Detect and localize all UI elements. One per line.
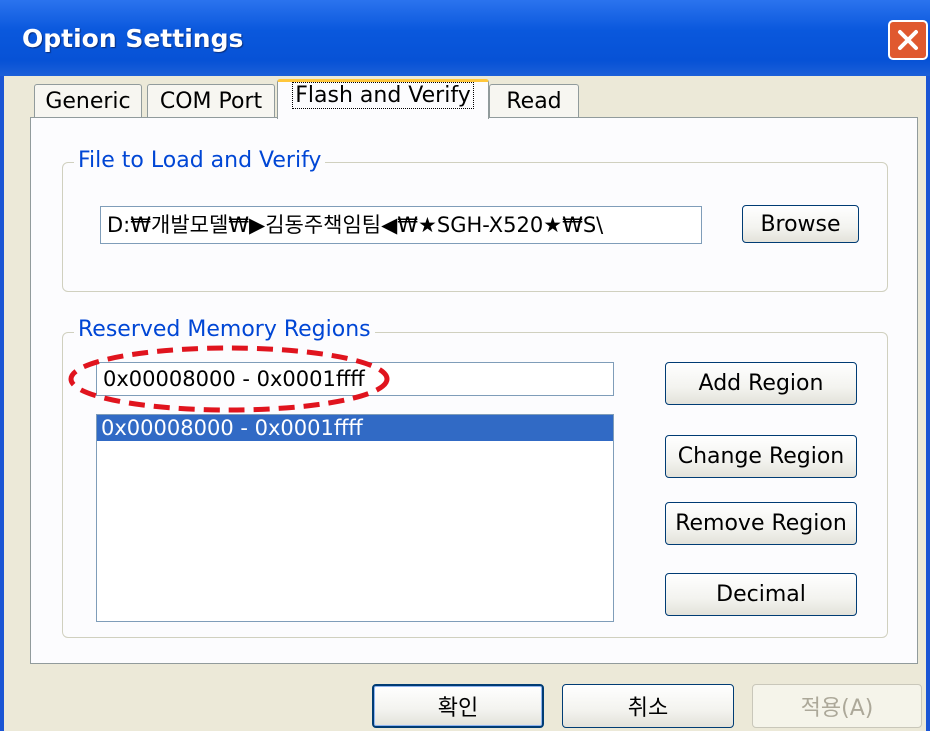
change-region-button-label: Change Region [677, 444, 845, 469]
browse-button[interactable]: Browse [742, 205, 859, 243]
regions-listbox[interactable]: 0x00008000 - 0x0001ffff [96, 414, 614, 622]
add-region-button-label: Add Region [698, 371, 824, 396]
remove-region-button-label: Remove Region [675, 511, 847, 536]
close-button[interactable] [888, 20, 928, 60]
tab-generic[interactable]: Generic [34, 84, 142, 118]
region-input[interactable]: 0x00008000 - 0x0001ffff [96, 362, 614, 396]
apply-button-label: 적용(A) [800, 696, 874, 721]
ok-button-label: 확인 [437, 696, 479, 721]
tab-read[interactable]: Read [489, 84, 579, 118]
ok-button[interactable]: 확인 [372, 684, 544, 728]
window-frame-left [0, 76, 4, 731]
reserved-memory-group-label: Reserved Memory Regions [74, 317, 375, 343]
cancel-button[interactable]: 취소 [562, 684, 734, 728]
change-region-button[interactable]: Change Region [665, 435, 857, 478]
tab-generic-label: Generic [45, 89, 131, 114]
tab-read-label: Read [506, 89, 562, 114]
file-path-input[interactable]: D:₩개발모델₩▶김동주책임팀◀₩★SGH-X520★₩S\ [100, 206, 702, 244]
tab-flash-and-verify-label: Flash and Verify [292, 82, 474, 109]
tab-flash-and-verify[interactable]: Flash and Verify [277, 79, 489, 119]
browse-button-label: Browse [760, 211, 841, 237]
decimal-button[interactable]: Decimal [665, 573, 857, 616]
add-region-button[interactable]: Add Region [665, 362, 857, 405]
window-title: Option Settings [22, 24, 244, 53]
tab-com-port[interactable]: COM Port [147, 84, 275, 118]
remove-region-button[interactable]: Remove Region [665, 502, 857, 545]
file-to-load-group-label: File to Load and Verify [74, 148, 326, 174]
apply-button[interactable]: 적용(A) [752, 684, 922, 728]
close-icon [898, 30, 918, 50]
tab-com-port-label: COM Port [159, 89, 263, 114]
title-bar[interactable]: Option Settings [0, 0, 930, 76]
cancel-button-label: 취소 [627, 696, 669, 721]
window-frame-right [926, 76, 930, 731]
region-list-item[interactable]: 0x00008000 - 0x0001ffff [97, 415, 613, 441]
decimal-button-label: Decimal [716, 582, 806, 607]
